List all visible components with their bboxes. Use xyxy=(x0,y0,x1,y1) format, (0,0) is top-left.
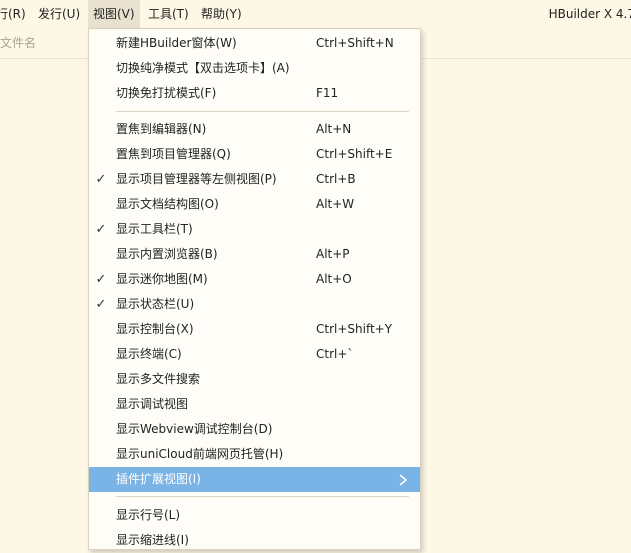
menu-item-shortcut: Ctrl+Shift+Y xyxy=(316,322,393,336)
menu-item-label: 显示行号(L) xyxy=(116,508,181,522)
menu-item-show-indent-guides[interactable]: 显示缩进线(I) xyxy=(89,528,420,553)
menu-item-shortcut: Ctrl+Shift+N xyxy=(316,36,394,50)
menu-item-show-multi-file-search[interactable]: 显示多文件搜索 xyxy=(89,367,420,392)
menu-item-show-terminal[interactable]: 显示终端(C) Ctrl+` xyxy=(89,342,420,367)
menu-item-label: 显示控制台(X) xyxy=(116,322,194,336)
menu-tools[interactable]: 工具(T) xyxy=(148,0,189,28)
menu-help[interactable]: 帮助(Y) xyxy=(201,0,242,28)
menu-item-label: 显示调试视图 xyxy=(116,397,189,411)
menu-run[interactable]: 行(R) xyxy=(0,0,26,28)
menu-item-label: 显示迷你地图(M) xyxy=(116,272,208,286)
menu-item-label: 显示Webview调试控制台(D) xyxy=(116,422,273,436)
check-icon: ✓ xyxy=(95,222,107,237)
menu-item-show-left-views[interactable]: ✓ 显示项目管理器等左侧视图(P) Ctrl+B xyxy=(89,167,420,192)
tab-filename-label[interactable]: 文件名 xyxy=(0,28,36,58)
menu-item-focus-project-manager[interactable]: 置焦到项目管理器(Q) Ctrl+Shift+E xyxy=(89,142,420,167)
menu-item-shortcut: Alt+P xyxy=(316,247,350,261)
menu-item-show-toolbar[interactable]: ✓ 显示工具栏(T) xyxy=(89,217,420,242)
app-title: HBuilder X 4.7 xyxy=(548,7,631,21)
menu-item-show-minimap[interactable]: ✓ 显示迷你地图(M) Alt+O xyxy=(89,267,420,292)
menu-separator xyxy=(116,496,409,497)
menu-item-label: 插件扩展视图(I) xyxy=(116,472,201,486)
menu-item-shortcut: Alt+O xyxy=(316,272,352,286)
menu-item-label: 显示状态栏(U) xyxy=(116,297,195,311)
menu-item-label: 新建HBuilder窗体(W) xyxy=(116,36,237,50)
menu-item-show-browser[interactable]: 显示内置浏览器(B) Alt+P xyxy=(89,242,420,267)
menu-separator xyxy=(116,111,409,112)
menu-item-shortcut: F11 xyxy=(316,86,339,100)
menu-view[interactable]: 视图(V) xyxy=(88,0,140,28)
menu-item-label: 显示多文件搜索 xyxy=(116,372,201,386)
menu-item-label: 显示文档结构图(O) xyxy=(116,197,219,211)
menu-item-dnd-mode[interactable]: 切换免打扰模式(F) F11 xyxy=(89,81,420,106)
menu-item-plugin-views[interactable]: 插件扩展视图(I) xyxy=(89,467,420,492)
menu-item-shortcut: Alt+W xyxy=(316,197,355,211)
menu-item-label: 显示工具栏(T) xyxy=(116,222,193,236)
check-icon: ✓ xyxy=(95,272,107,287)
menu-item-label: 显示内置浏览器(B) xyxy=(116,247,218,261)
menu-item-label: 切换纯净模式【双击选项卡】(A) xyxy=(116,61,290,75)
menu-publish[interactable]: 发行(U) xyxy=(38,0,80,28)
menu-item-show-debug-view[interactable]: 显示调试视图 xyxy=(89,392,420,417)
menu-item-label: 置焦到项目管理器(Q) xyxy=(116,147,231,161)
menu-item-show-console[interactable]: 显示控制台(X) Ctrl+Shift+Y xyxy=(89,317,420,342)
menu-item-shortcut: Alt+N xyxy=(316,122,352,136)
menu-bar: 行(R) 发行(U) 视图(V) 工具(T) 帮助(Y) HBuilder X … xyxy=(0,0,631,28)
menu-item-shortcut: Ctrl+` xyxy=(316,347,354,361)
menu-item-new-window[interactable]: 新建HBuilder窗体(W) Ctrl+Shift+N xyxy=(89,31,420,56)
menu-item-label: 显示项目管理器等左侧视图(P) xyxy=(116,172,277,186)
check-icon: ✓ xyxy=(95,172,107,187)
menu-item-shortcut: Ctrl+Shift+E xyxy=(316,147,393,161)
menu-item-label: 显示缩进线(I) xyxy=(116,533,189,547)
menu-item-label: 显示uniCloud前端网页托管(H) xyxy=(116,447,284,461)
menu-item-label: 显示终端(C) xyxy=(116,347,182,361)
menu-item-show-unicloud-hosting[interactable]: 显示uniCloud前端网页托管(H) xyxy=(89,442,420,467)
menu-item-focus-editor[interactable]: 置焦到编辑器(N) Alt+N xyxy=(89,117,420,142)
menu-item-label: 置焦到编辑器(N) xyxy=(116,122,207,136)
menu-item-clean-mode[interactable]: 切换纯净模式【双击选项卡】(A) xyxy=(89,56,420,81)
check-icon: ✓ xyxy=(95,297,107,312)
submenu-arrow-icon xyxy=(399,474,408,486)
menu-item-show-statusbar[interactable]: ✓ 显示状态栏(U) xyxy=(89,292,420,317)
menu-item-show-line-numbers[interactable]: 显示行号(L) xyxy=(89,503,420,528)
menu-item-show-webview-debug[interactable]: 显示Webview调试控制台(D) xyxy=(89,417,420,442)
menu-item-show-outline[interactable]: 显示文档结构图(O) Alt+W xyxy=(89,192,420,217)
menu-item-shortcut: Ctrl+B xyxy=(316,172,356,186)
menu-item-label: 切换免打扰模式(F) xyxy=(116,86,217,100)
view-menu-dropdown: 新建HBuilder窗体(W) Ctrl+Shift+N 切换纯净模式【双击选项… xyxy=(88,28,421,550)
